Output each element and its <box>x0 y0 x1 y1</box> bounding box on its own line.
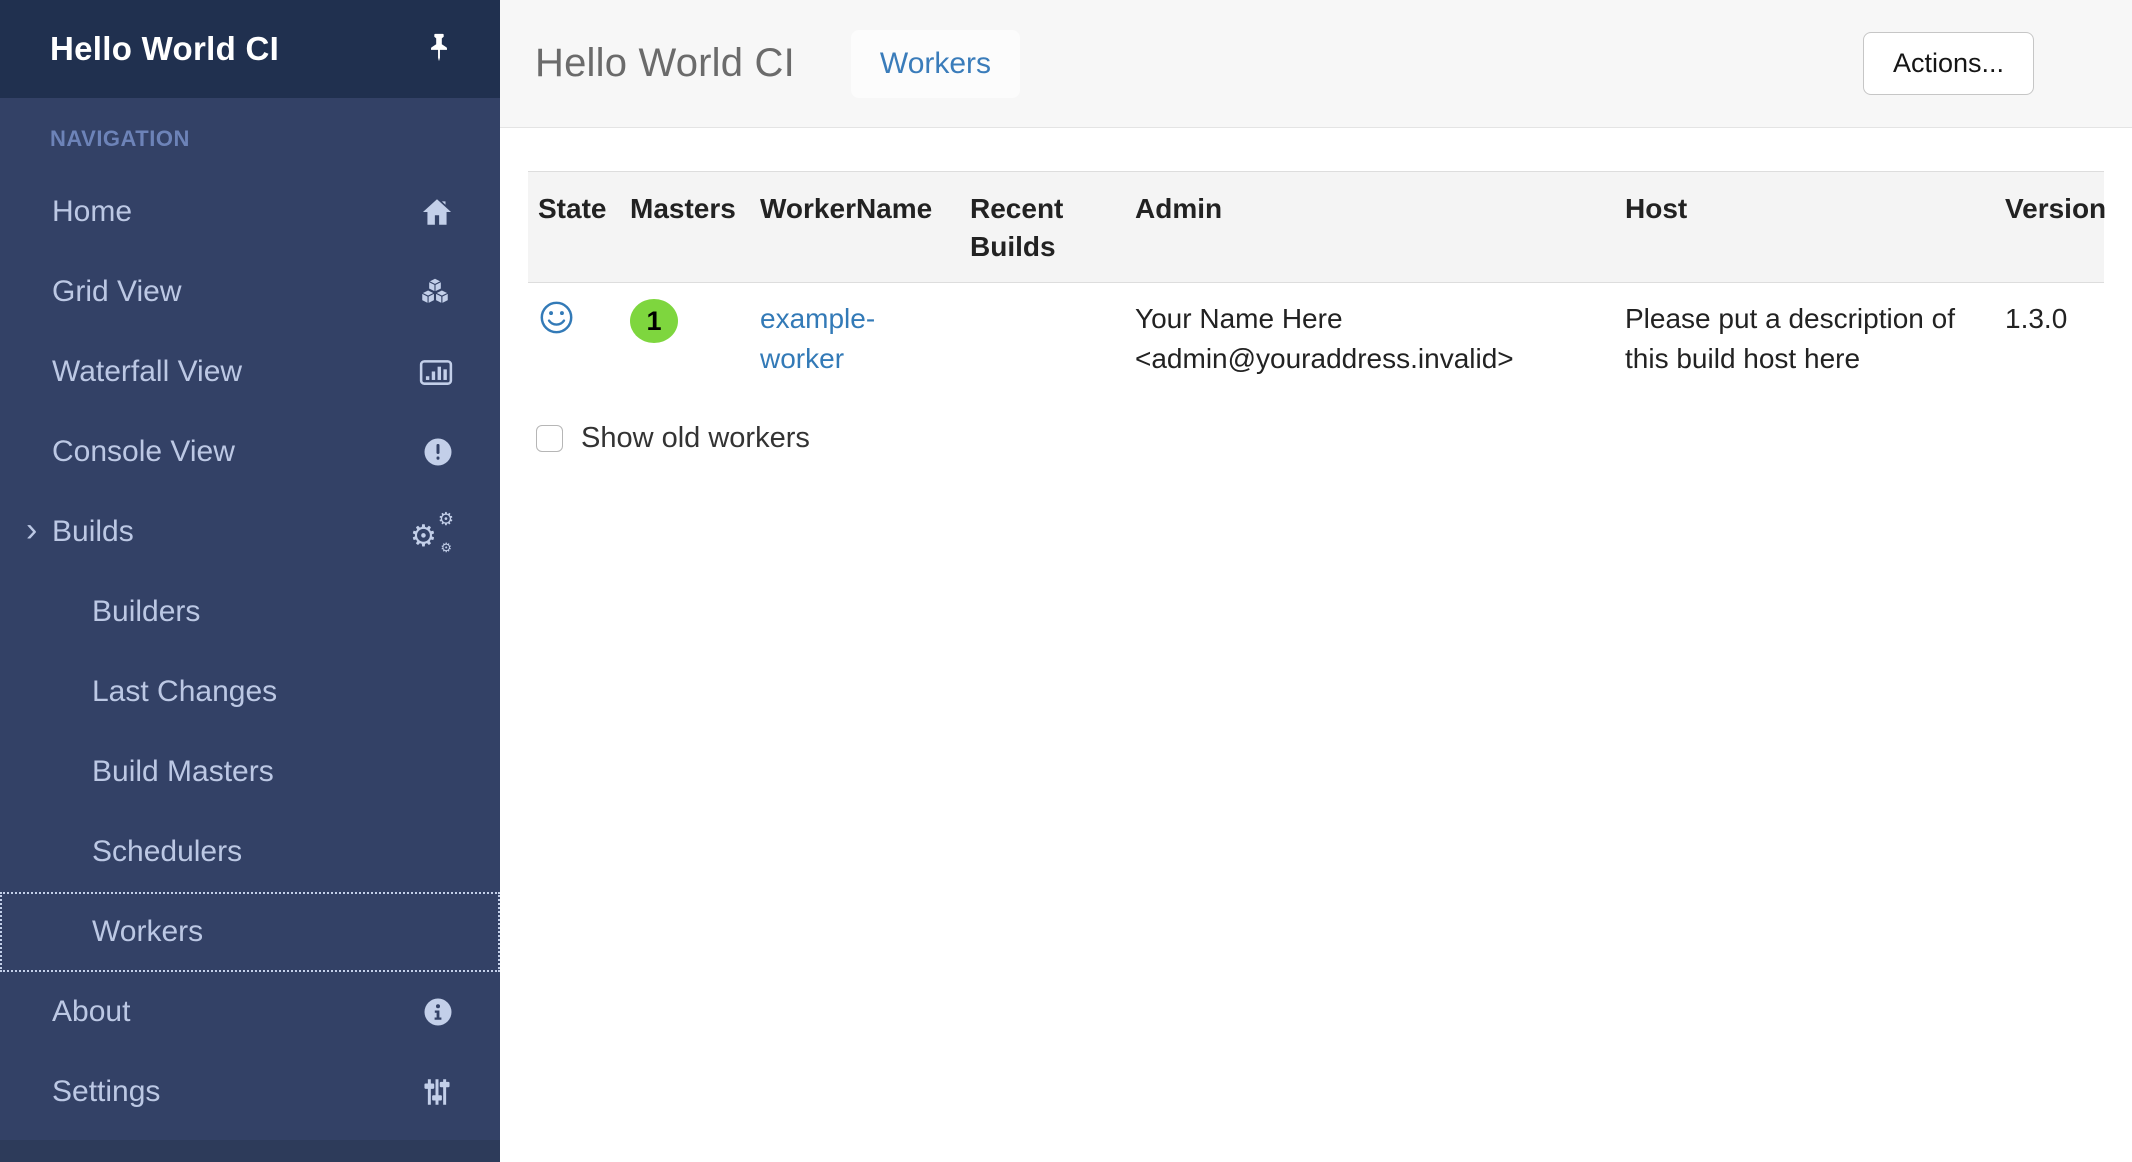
admin-cell: Your Name Here <admin@youraddress.invali… <box>1125 282 1615 396</box>
col-header-admin: Admin <box>1125 172 1615 283</box>
sidebar-item-settings[interactable]: Settings <box>0 1052 500 1132</box>
col-header-host: Host <box>1615 172 1995 283</box>
sidebar-item-builders[interactable]: Builders <box>0 572 500 652</box>
workername-cell: example-worker <box>750 282 960 396</box>
sidebar-item-about[interactable]: About <box>0 972 500 1052</box>
sidebar-item-workers[interactable]: Workers <box>0 892 500 972</box>
sliders-icon <box>406 1075 454 1109</box>
page-title: Hello World CI <box>535 41 795 86</box>
show-old-workers-checkbox[interactable] <box>536 425 563 452</box>
home-icon <box>406 195 454 229</box>
sidebar-item-waterfall-view[interactable]: Waterfall View <box>0 332 500 412</box>
table-row: 1 example-worker Your Name Here <admin@y… <box>528 282 2104 396</box>
sidebar-item-last-changes[interactable]: Last Changes <box>0 652 500 732</box>
version-cell: 1.3.0 <box>1995 282 2104 396</box>
breadcrumb-workers[interactable]: Workers <box>851 30 1020 98</box>
workers-table: State Masters WorkerName Recent Builds A… <box>528 171 2104 396</box>
masters-count-badge: 1 <box>630 299 678 343</box>
smiley-icon <box>538 311 575 342</box>
sidebar-item-home[interactable]: Home <box>0 172 500 252</box>
recent-builds-cell <box>960 282 1125 396</box>
actions-button[interactable]: Actions... <box>1863 32 2034 95</box>
sidebar-nav: NAVIGATION Home Grid View <box>0 126 500 1132</box>
show-old-workers-label: Show old workers <box>581 422 810 455</box>
sidebar-item-builds[interactable]: › Builds ⚙⚙⚙ <box>0 492 500 572</box>
exclamation-circle-icon <box>406 436 454 468</box>
table-header-row: State Masters WorkerName Recent Builds A… <box>528 172 2104 283</box>
page-header: Hello World CI Workers Actions... <box>500 0 2132 128</box>
col-header-recent-builds: Recent Builds <box>960 172 1125 283</box>
sidebar-item-schedulers[interactable]: Schedulers <box>0 812 500 892</box>
sidebar-item-grid-view[interactable]: Grid View <box>0 252 500 332</box>
bar-chart-icon <box>406 355 454 389</box>
cogs-icon: ⚙⚙⚙ <box>406 510 454 554</box>
col-header-masters: Masters <box>620 172 750 283</box>
main-area: Hello World CI Workers Actions... State … <box>500 0 2132 1162</box>
info-circle-icon <box>406 996 454 1028</box>
worker-link[interactable]: example-worker <box>760 299 930 380</box>
nav-section-label: NAVIGATION <box>50 126 500 152</box>
workers-content: State Masters WorkerName Recent Builds A… <box>500 128 2132 455</box>
col-header-workername: WorkerName <box>750 172 960 283</box>
sidebar-footer <box>0 1140 500 1162</box>
col-header-version: Version <box>1995 172 2104 283</box>
show-old-workers-control[interactable]: Show old workers <box>536 422 2104 455</box>
pin-icon[interactable] <box>424 32 454 67</box>
state-cell <box>528 282 620 396</box>
masters-cell: 1 <box>620 282 750 396</box>
app-title: Hello World CI <box>50 30 279 68</box>
sidebar-item-build-masters[interactable]: Build Masters <box>0 732 500 812</box>
sidebar-header: Hello World CI <box>0 0 500 98</box>
sidebar: Hello World CI NAVIGATION Home Grid View <box>0 0 500 1162</box>
cubes-icon <box>406 275 454 309</box>
sidebar-item-console-view[interactable]: Console View <box>0 412 500 492</box>
chevron-right-icon: › <box>26 511 37 550</box>
col-header-state: State <box>528 172 620 283</box>
host-cell: Please put a description of this build h… <box>1615 282 1995 396</box>
